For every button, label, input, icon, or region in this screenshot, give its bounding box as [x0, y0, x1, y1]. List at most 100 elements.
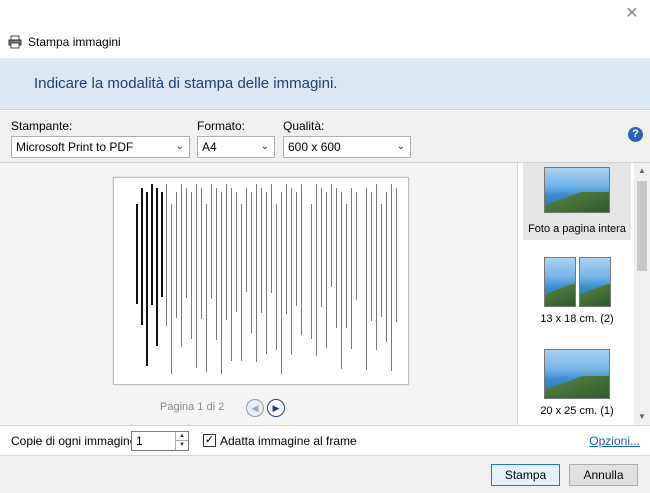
preview-text-line — [356, 192, 357, 300]
preview-text-line — [181, 184, 182, 347]
preview-text-line — [216, 188, 217, 340]
preview-text-line — [291, 188, 292, 355]
preview-text-line — [166, 184, 167, 326]
preview-text-line — [381, 204, 382, 317]
preview-text-line — [156, 188, 158, 346]
preview-text-line — [366, 188, 367, 370]
format-value: A4 — [202, 140, 217, 154]
preview-text-line — [371, 192, 372, 321]
scroll-thumb[interactable] — [637, 181, 647, 271]
instruction-banner: Indicare la modalità di stampa delle imm… — [0, 58, 650, 110]
preview-text-line — [256, 184, 257, 362]
layout-list: Foto a pagina intera 13 x 18 cm. (2) 20 … — [519, 163, 650, 425]
preview-text-line — [271, 184, 272, 293]
print-button[interactable]: Stampa — [491, 464, 560, 486]
preview-text-line — [211, 184, 212, 299]
window-header: Stampa immagini — [8, 32, 121, 52]
chevron-down-icon: ⌄ — [260, 141, 269, 152]
preview-text-line — [351, 188, 352, 349]
preview-text-line — [296, 192, 297, 306]
layout-thumbnail — [544, 349, 610, 399]
preview-text-line — [186, 188, 187, 298]
layout-thumbnail — [523, 257, 631, 307]
options-bar: Copie di ogni immagine: 1 ▲ ▼ ✓ Adatta i… — [0, 425, 650, 455]
preview-text-line — [161, 192, 163, 297]
preview-text-line — [151, 184, 153, 305]
preview-text-line — [286, 184, 287, 314]
layout-label: 20 x 25 cm. (1) — [540, 405, 614, 417]
preview-text-line — [191, 192, 192, 339]
layout-item-full-page[interactable]: Foto a pagina intera — [523, 163, 631, 240]
preview-text-line — [246, 188, 247, 292]
close-icon[interactable]: ✕ — [622, 4, 642, 24]
layout-thumbnail — [544, 167, 610, 213]
dialog-buttons: Stampa Annulla — [0, 455, 650, 493]
layout-label: Foto a pagina intera — [528, 223, 626, 235]
layout-item-13x18[interactable]: 13 x 18 cm. (2) — [523, 257, 631, 327]
preview-text-line — [341, 192, 342, 369]
fit-label: Adatta immagine al frame — [220, 434, 357, 448]
printer-label: Stampante: — [11, 119, 73, 133]
chevron-left-icon[interactable]: ◀ — [246, 399, 264, 417]
preview-text-line — [386, 192, 387, 342]
preview-text-line — [201, 188, 202, 319]
preview-text-line — [316, 184, 317, 356]
chevron-down-icon[interactable]: ▼ — [634, 409, 650, 425]
preview-text-line — [236, 192, 237, 312]
printer-value: Microsoft Print to PDF — [16, 140, 134, 154]
stepper-down-icon[interactable]: ▼ — [175, 441, 188, 450]
preview-text-line — [251, 192, 252, 333]
chevron-right-icon[interactable]: ▶ — [267, 399, 285, 417]
help-icon[interactable]: ? — [628, 127, 643, 142]
preview-text-line — [206, 204, 207, 372]
preview-text-line — [261, 188, 262, 313]
layout-item-20x25[interactable]: 20 x 25 cm. (1) — [523, 349, 631, 419]
preview-text-line — [276, 204, 277, 350]
preview-text-line — [136, 204, 138, 304]
cancel-button[interactable]: Annulla — [569, 464, 638, 486]
preview-text-line — [301, 184, 302, 335]
layout-scrollbar[interactable]: ▲ ▼ — [634, 163, 650, 425]
preview-text-line — [266, 192, 267, 354]
format-label: Formato: — [197, 119, 246, 133]
title-bar: ✕ — [0, 0, 650, 30]
quality-value: 600 x 600 — [288, 140, 341, 154]
preview-text-line — [321, 188, 322, 307]
preview-text-line — [141, 188, 143, 325]
preview-text-line — [221, 192, 222, 374]
preview-text-line — [281, 192, 282, 374]
stepper-up-icon[interactable]: ▲ — [175, 432, 188, 441]
preview-text-line — [311, 204, 312, 339]
preview-text-line — [171, 204, 172, 374]
printer-icon — [8, 35, 22, 49]
printer-select[interactable]: Microsoft Print to PDF ⌄ — [11, 136, 190, 158]
copies-stepper[interactable]: 1 ▲ ▼ — [131, 431, 189, 451]
preview-text-line — [146, 192, 148, 366]
copies-label: Copie di ogni immagine: — [11, 434, 140, 448]
quality-label: Qualità: — [283, 119, 325, 133]
preview-text-line — [176, 192, 177, 318]
layout-label: 13 x 18 cm. (2) — [540, 313, 614, 325]
preview-text-line — [226, 184, 227, 320]
preview-text-line — [196, 184, 197, 368]
preview-text-line — [331, 184, 332, 287]
preview-text-line — [346, 204, 347, 328]
preview-text-line — [231, 188, 232, 361]
preview-text-line — [396, 188, 397, 322]
chevron-down-icon: ⌄ — [175, 141, 184, 152]
banner-text: Indicare la modalità di stampa delle imm… — [34, 75, 338, 92]
window-title: Stampa immagini — [28, 35, 121, 49]
preview-text-line — [376, 184, 377, 350]
preview-text-line — [326, 192, 327, 348]
preview-text-line — [336, 188, 337, 328]
print-preview: Pagina 1 di 2 ◀ ▶ — [0, 163, 518, 425]
format-select[interactable]: A4 ⌄ — [197, 136, 275, 158]
chevron-up-icon[interactable]: ▲ — [634, 163, 650, 179]
fit-checkbox[interactable]: ✓ — [203, 434, 216, 447]
quality-select[interactable]: 600 x 600 ⌄ — [283, 136, 411, 158]
copies-value: 1 — [136, 434, 143, 448]
options-link[interactable]: Opzioni... — [589, 434, 640, 448]
page-indicator: Pagina 1 di 2 — [160, 401, 225, 413]
preview-page — [113, 177, 409, 385]
print-settings-bar: Stampante: Microsoft Print to PDF ⌄ Form… — [0, 111, 650, 163]
